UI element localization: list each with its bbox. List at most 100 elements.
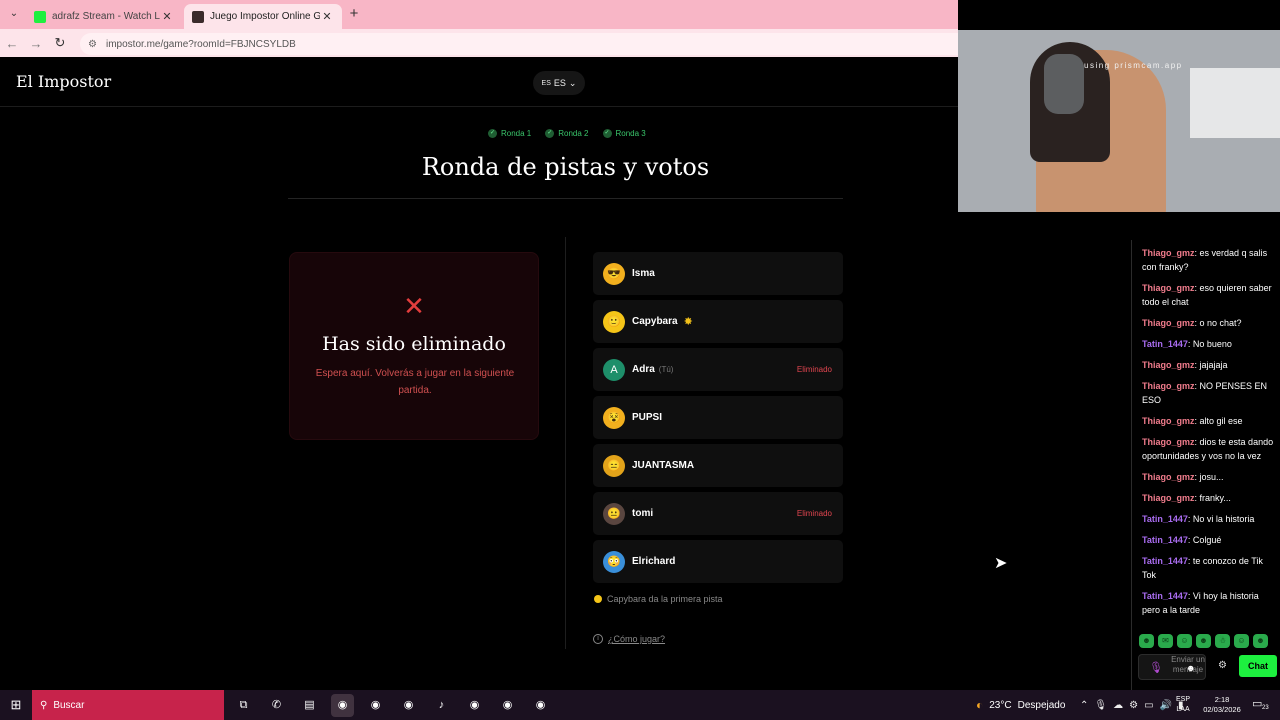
chevron-up-icon[interactable]: ⌃ <box>1080 700 1088 711</box>
chat-username[interactable]: Tatin_1447 <box>1142 556 1188 566</box>
player-row[interactable]: 😐 tomi Eliminado <box>593 492 843 535</box>
browser-window: ⌄ adrafz Stream - Watch Live on Kick ✕ J… <box>0 0 958 690</box>
close-icon[interactable]: ✕ <box>160 10 174 23</box>
chat-username[interactable]: Thiago_gmz <box>1142 493 1195 503</box>
player-name: Elrichard <box>632 556 676 567</box>
taskbar-app-icon[interactable]: ♪ <box>430 694 453 717</box>
taskbar-app-icon[interactable]: ▤ <box>298 694 321 717</box>
webcam-watermark: using prismcam.app <box>1084 61 1183 70</box>
chat-messages[interactable]: Thiago_gmz: es verdad q salis con franky… <box>1142 246 1274 624</box>
tab-title: adrafz Stream - Watch Live on Kick <box>52 11 160 22</box>
send-chat-button[interactable]: Chat <box>1239 655 1277 677</box>
round-progress: ✓ Ronda 1 ✓ Ronda 2 ✓ Ronda 3 <box>488 129 646 138</box>
gear-icon[interactable]: ⚙ <box>1218 660 1227 671</box>
network-icon[interactable]: ▭ <box>1144 700 1153 711</box>
player-row[interactable]: 😎 Isma <box>593 252 843 295</box>
volume-icon[interactable]: 🔊 <box>1160 700 1172 711</box>
tab-search-icon[interactable]: ⌄ <box>6 6 22 22</box>
emote-icon[interactable]: ☻ <box>1253 634 1268 648</box>
emote-icon[interactable]: ☺ <box>1234 634 1249 648</box>
eliminated-card: ✕ Has sido eliminado Espera aquí. Volver… <box>289 252 539 440</box>
eliminated-message: Espera aquí. Volverás a jugar en la sigu… <box>315 368 515 396</box>
chat-message: Thiago_gmz: dios te esta dando oportunid… <box>1142 435 1274 463</box>
back-arrow-icon[interactable]: ← <box>0 36 24 51</box>
chat-text: josu... <box>1199 472 1224 482</box>
chat-username[interactable]: Tatin_1447 <box>1142 535 1188 545</box>
taskbar-app-icon[interactable]: ◉ <box>364 694 387 717</box>
round-indicator: ✓ Ronda 2 <box>545 129 589 138</box>
emoji-icon[interactable]: ☻ <box>1186 663 1195 673</box>
address-bar[interactable]: ⚙ impostor.me/game?roomId=FBJNCSYLDB <box>80 33 958 55</box>
clock[interactable]: 2:18 02/03/2026 <box>1200 695 1244 715</box>
how-to-play-link[interactable]: i ¿Cómo jugar? <box>593 634 665 644</box>
player-row[interactable]: 😵 PUPSI <box>593 396 843 439</box>
clock-time: 2:18 <box>1214 695 1230 704</box>
chat-text: alto gil ese <box>1199 416 1243 426</box>
settings-tray-icon[interactable]: ⚙ <box>1129 700 1138 711</box>
chat-text: No vi la historia <box>1192 514 1255 524</box>
microphone-icon[interactable]: 🎙 <box>1149 661 1163 674</box>
chat-message: Thiago_gmz: franky... <box>1142 491 1274 505</box>
check-icon: ✓ <box>545 129 555 138</box>
emote-icon[interactable]: ✉ <box>1158 634 1173 648</box>
taskbar-app-icon[interactable]: ◉ <box>331 693 354 717</box>
chat-message-input[interactable]: 🎙 Enviar un mensaje ☻ <box>1138 654 1206 680</box>
player-row[interactable]: 😑 JUANTASMA <box>593 444 843 487</box>
microphone-tray-icon[interactable]: 🎙 <box>1094 700 1107 711</box>
close-icon[interactable]: ✕ <box>320 10 334 23</box>
chat-username[interactable]: Thiago_gmz <box>1142 318 1195 328</box>
tab-kick[interactable]: adrafz Stream - Watch Live on Kick ✕ <box>26 4 182 29</box>
site-info-icon[interactable]: ⚙ <box>88 39 100 50</box>
taskbar-app-icon[interactable]: ◉ <box>397 694 420 717</box>
player-row[interactable]: A Adra (Tú) Eliminado <box>593 348 843 391</box>
flag-icon: ES <box>541 79 551 87</box>
taskbar-app-icon[interactable]: ◉ <box>496 694 519 717</box>
chat-username[interactable]: Thiago_gmz <box>1142 283 1195 293</box>
player-name: Capybara <box>632 316 678 327</box>
search-label: Buscar <box>53 699 85 711</box>
chat-username[interactable]: Tatin_1447 <box>1142 514 1188 524</box>
emote-icon[interactable]: ☺ <box>1177 634 1192 648</box>
emote-icon[interactable]: ☻ <box>1196 634 1211 648</box>
language-selector[interactable]: ES ES ⌄ <box>533 71 585 95</box>
tab-impostor[interactable]: Juego Impostor Online Gratis ✕ <box>184 4 342 29</box>
cloud-icon[interactable]: ☁ <box>1113 700 1123 711</box>
weather-temp: 23°C <box>989 699 1012 711</box>
player-status: Eliminado <box>796 509 832 518</box>
how-to-play-label[interactable]: ¿Cómo jugar? <box>608 634 665 644</box>
emote-icon[interactable]: ☻ <box>1139 634 1154 648</box>
new-tab-button[interactable]: + <box>346 5 362 23</box>
column-divider <box>565 237 566 649</box>
chat-username[interactable]: Thiago_gmz <box>1142 360 1195 370</box>
notification-icon[interactable]: ▭ <box>1252 697 1262 710</box>
player-name: Isma <box>632 268 655 279</box>
taskbar-app-icon[interactable]: ✆ <box>265 694 288 717</box>
player-row[interactable]: 😳 Elrichard <box>593 540 843 583</box>
player-row[interactable]: 🙂 Capybara ✸ <box>593 300 843 343</box>
chat-username[interactable]: Thiago_gmz <box>1142 472 1195 482</box>
taskbar-search[interactable]: ⚲ Buscar <box>32 690 224 720</box>
chat-username[interactable]: Tatin_1447 <box>1142 591 1188 601</box>
forward-arrow-icon[interactable]: → <box>24 36 48 51</box>
chat-input-row: 🎙 Enviar un mensaje ☻ ⚙ Chat <box>1136 652 1280 682</box>
player-avatar: 😐 <box>603 502 625 525</box>
chat-text: jajajaja <box>1199 360 1228 370</box>
taskbar-app-icon[interactable]: ◉ <box>463 694 486 717</box>
chat-username[interactable]: Thiago_gmz <box>1142 437 1195 447</box>
site-logo[interactable]: El Impostor <box>16 72 111 91</box>
player-avatar: 😵 <box>603 406 625 429</box>
weather-widget[interactable]: ◐ 23°C Despejado <box>976 690 1065 720</box>
taskbar-app-icon[interactable]: ⧉ <box>232 694 255 717</box>
keyboard-language[interactable]: ESP LAA <box>1176 695 1190 715</box>
chat-message: Tatin_1447: No bueno <box>1142 337 1274 351</box>
chat-username[interactable]: Tatin_1447 <box>1142 339 1188 349</box>
reload-icon[interactable]: ↻ <box>48 35 72 51</box>
emote-icon[interactable]: ☃ <box>1215 634 1230 648</box>
chat-username[interactable]: Thiago_gmz <box>1142 416 1195 426</box>
player-name: Adra <box>632 364 655 375</box>
player-list: 😎 Isma 🙂 Capybara ✸ A Adra (Tú) Eliminado 😵 PUPSI 😑… <box>593 252 843 588</box>
taskbar-app-icon[interactable]: ◉ <box>529 694 552 717</box>
chat-username[interactable]: Thiago_gmz <box>1142 248 1195 258</box>
windows-start-icon[interactable]: ⊞ <box>0 690 32 720</box>
chat-username[interactable]: Thiago_gmz <box>1142 381 1195 391</box>
